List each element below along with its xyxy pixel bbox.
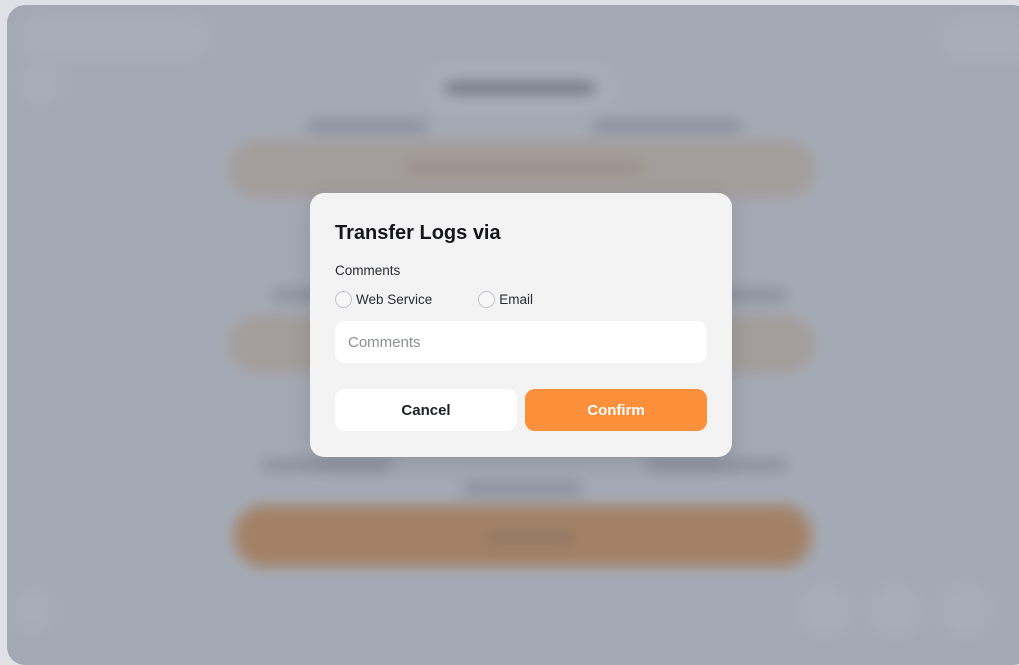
transfer-logs-dialog: Transfer Logs via Comments Web Service E… [310,193,732,457]
email-label[interactable]: Email [499,292,533,307]
radio-web-service[interactable] [335,291,352,308]
dialog-title: Transfer Logs via [335,222,501,244]
web-service-label[interactable]: Web Service [356,292,432,307]
radio-email[interactable] [478,291,496,308]
confirm-button[interactable]: Confirm [525,389,707,431]
comments-label: Comments [335,263,401,278]
cancel-button[interactable]: Cancel [335,389,517,431]
option-email[interactable]: Email [478,291,533,308]
transfer-method-group: Web Service Email [335,291,533,308]
comments-input[interactable] [335,321,707,363]
option-web-service[interactable]: Web Service [335,291,432,308]
